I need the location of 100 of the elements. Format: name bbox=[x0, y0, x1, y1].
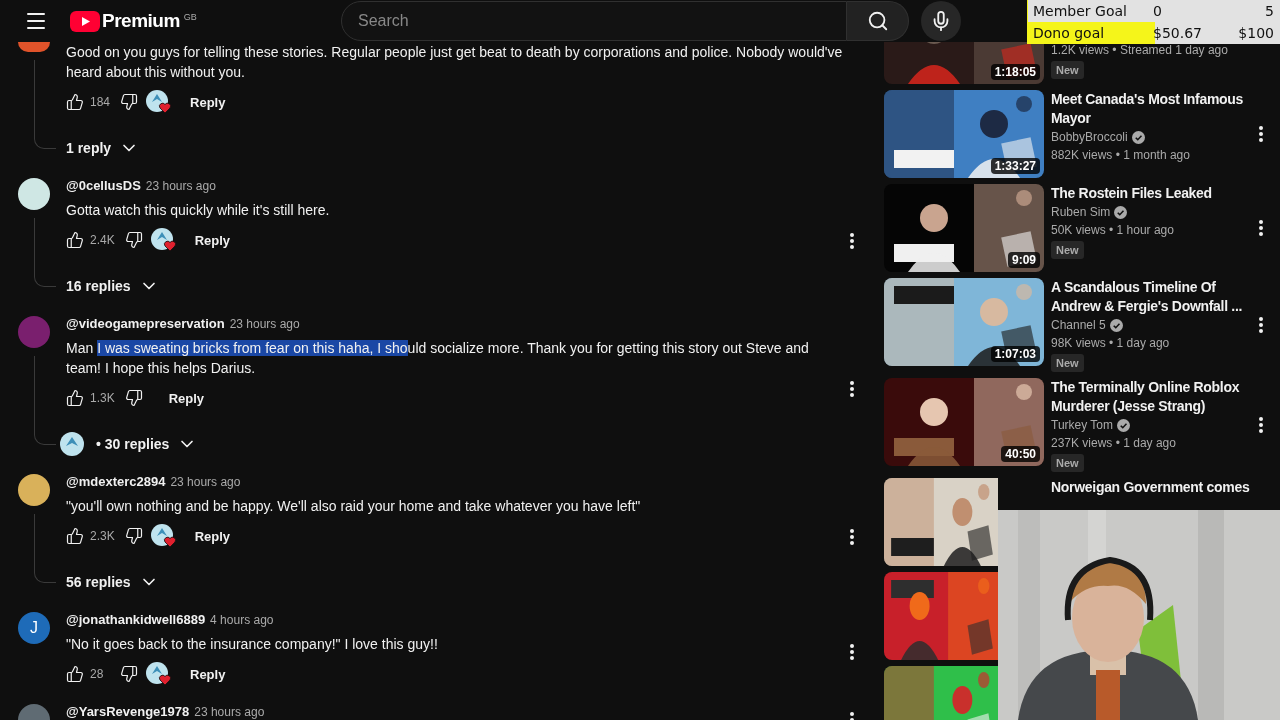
comment-time[interactable]: 23 hours ago bbox=[170, 475, 241, 489]
comment-time[interactable]: 4 hours ago bbox=[210, 613, 274, 627]
goal-label: Dono goal bbox=[1033, 25, 1106, 41]
dislike-button[interactable] bbox=[120, 665, 138, 683]
thumbs-up-icon bbox=[66, 93, 84, 111]
comment-text: "No it goes back to the insurance company!" I love this guy!! bbox=[66, 635, 439, 654]
like-button[interactable] bbox=[66, 389, 84, 407]
thumbs-down-icon bbox=[124, 231, 143, 249]
verified-icon bbox=[1131, 130, 1145, 144]
more-icon bbox=[850, 644, 854, 660]
video-meta: 1.2K views • Streamed 1 day ago bbox=[1051, 42, 1229, 59]
new-badge: New bbox=[1051, 454, 1084, 472]
goal-target: $100 bbox=[1238, 25, 1274, 41]
video-duration: 40:50 bbox=[1001, 446, 1040, 462]
video-title[interactable]: A Scandalous Timeline Of Andrew & Fergie's Downfall ... bbox=[1051, 278, 1251, 316]
comment-text: "you'll own nothing and be happy. We'll also raid your home and take whatever you have left" bbox=[66, 497, 642, 516]
search-button[interactable] bbox=[847, 1, 909, 41]
channel-name[interactable]: Channel 5 bbox=[1051, 316, 1106, 334]
like-count: 28 bbox=[90, 667, 105, 681]
video-duration: 9:09 bbox=[1007, 252, 1040, 268]
reply-button[interactable]: Reply bbox=[176, 658, 240, 690]
goal-current: 0 bbox=[1153, 3, 1163, 19]
video-meta: 882K views • 1 month ago bbox=[1051, 147, 1191, 164]
video-duration: 1:18:05 bbox=[990, 64, 1040, 80]
avatar[interactable] bbox=[18, 178, 50, 210]
comment-author[interactable]: @mdexterc2894 bbox=[66, 474, 166, 489]
video-title[interactable]: Meet Canada's Most Infamous Mayor bbox=[1051, 90, 1251, 128]
new-badge: New bbox=[1051, 241, 1084, 259]
avatar[interactable]: J bbox=[18, 612, 50, 644]
comment-author[interactable]: @videogamepreservation bbox=[66, 316, 225, 331]
thumbs-down-icon bbox=[124, 389, 143, 407]
more-icon bbox=[850, 381, 854, 397]
like-count: 184 bbox=[90, 95, 111, 109]
more-icon bbox=[1259, 417, 1263, 433]
replies-toggle[interactable]: 56 replies bbox=[66, 564, 159, 600]
more-icon bbox=[1259, 220, 1263, 236]
more-icon bbox=[1259, 126, 1263, 142]
comment-author[interactable]: @jonathankidwell6889 bbox=[66, 612, 206, 627]
creator-avatar-icon bbox=[60, 432, 84, 456]
channel-name[interactable]: BobbyBroccoli bbox=[1051, 128, 1128, 146]
like-button[interactable] bbox=[66, 527, 84, 545]
replies-toggle[interactable]: • 30 replies bbox=[96, 426, 198, 462]
dislike-button[interactable] bbox=[124, 389, 143, 407]
thumbs-up-icon bbox=[66, 665, 84, 683]
like-button[interactable] bbox=[66, 665, 84, 683]
video-duration: 1:33:27 bbox=[990, 158, 1040, 174]
creator-heart-icon bbox=[150, 228, 177, 252]
like-count: 1.3K bbox=[90, 391, 115, 405]
verified-icon bbox=[1117, 418, 1130, 432]
thumbs-down-icon bbox=[120, 93, 139, 111]
reply-button[interactable]: Reply bbox=[176, 86, 240, 118]
replies-toggle[interactable]: 1 reply bbox=[66, 130, 140, 166]
like-count: 2.3K bbox=[90, 529, 115, 543]
play-logo-icon[interactable] bbox=[70, 10, 100, 32]
thumbs-down-icon bbox=[120, 665, 138, 683]
goal-target: 5 bbox=[1265, 3, 1274, 19]
like-count: 2.4K bbox=[90, 233, 115, 247]
thumbs-up-icon bbox=[66, 389, 84, 407]
avatar[interactable] bbox=[18, 474, 50, 506]
comment-time[interactable]: 23 hours ago bbox=[194, 705, 265, 719]
video-title[interactable]: Norweigan Government comes bbox=[1051, 478, 1251, 497]
creator-heart-icon bbox=[146, 90, 173, 114]
comment-author[interactable]: @0cellusDS bbox=[66, 178, 141, 193]
mic-button[interactable] bbox=[921, 1, 961, 41]
like-button[interactable] bbox=[66, 93, 84, 111]
search-icon bbox=[866, 10, 889, 32]
verified-icon bbox=[1114, 205, 1128, 219]
channel-name[interactable]: Turkey Tom bbox=[1051, 416, 1113, 434]
dislike-button[interactable] bbox=[120, 93, 139, 111]
like-button[interactable] bbox=[66, 231, 84, 249]
thumbs-up-icon bbox=[66, 231, 84, 249]
video-meta: 237K views • 1 day ago bbox=[1051, 435, 1177, 452]
comment-text: Man I was sweating bricks from fear on this haha, I should socialize more. Thank you for getting this story out Steve and team! I hope this helps Darius. bbox=[66, 339, 810, 378]
comment-author[interactable]: @YarsRevenge1978 bbox=[66, 704, 190, 719]
thumbs-up-icon bbox=[66, 527, 84, 545]
more-icon bbox=[850, 529, 854, 545]
comment-time[interactable]: 23 hours ago bbox=[229, 317, 300, 331]
thread-line bbox=[34, 218, 56, 287]
comment-text: Gotta watch this quickly while it's still here. bbox=[66, 201, 331, 220]
reply-button[interactable]: Reply bbox=[180, 520, 245, 552]
video-title[interactable]: The Rostein Files Leaked bbox=[1051, 184, 1251, 203]
video-meta: 50K views • 1 hour ago bbox=[1051, 222, 1175, 239]
video-meta: 98K views • 1 day ago bbox=[1051, 335, 1171, 352]
logo-text[interactable]: Premium bbox=[102, 10, 180, 32]
region-label: GB bbox=[183, 12, 197, 22]
video-title[interactable]: The Terminally Online Roblox Murderer (Jesse Strang) bbox=[1051, 378, 1251, 416]
comment-time[interactable]: 23 hours ago bbox=[145, 179, 216, 193]
thread-line bbox=[34, 514, 56, 583]
creator-heart-icon bbox=[150, 524, 177, 548]
replies-toggle[interactable]: 16 replies bbox=[66, 268, 159, 304]
reply-button[interactable]: Reply bbox=[180, 224, 245, 256]
channel-name[interactable]: Ruben Sim bbox=[1051, 203, 1111, 221]
video-duration: 1:07:03 bbox=[990, 346, 1040, 362]
dislike-button[interactable] bbox=[124, 527, 143, 545]
verified-icon bbox=[1109, 318, 1123, 332]
dislike-button[interactable] bbox=[124, 231, 143, 249]
new-badge: New bbox=[1051, 354, 1084, 372]
search-field[interactable]: Search bbox=[341, 1, 847, 41]
reply-button[interactable]: Reply bbox=[154, 382, 219, 414]
new-badge: New bbox=[1051, 61, 1084, 79]
